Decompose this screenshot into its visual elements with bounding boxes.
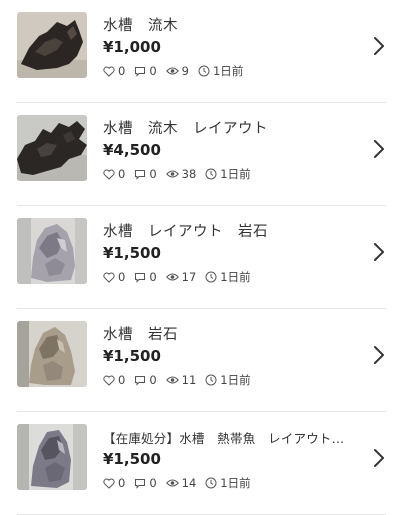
comment-icon [135, 375, 146, 386]
comment-stat: 0 [134, 167, 157, 181]
heart-icon [103, 375, 115, 386]
item-stats: 0 0 11 1日前 [103, 372, 260, 388]
view-stat: 9 [165, 64, 189, 78]
item-price: ¥1,000 [103, 38, 161, 56]
posted-time: 1日前 [220, 167, 251, 181]
time-stat: 1日前 [205, 166, 251, 182]
item-stats: 0 0 9 1日前 [103, 63, 252, 79]
eye-icon [165, 273, 179, 281]
item-title: 水槽 レイアウト 岩石 [103, 224, 268, 240]
item-thumbnail [17, 321, 87, 387]
item-list: 水槽 流木 ¥1,000 0 0 9 1日前 水槽 流木 レイアウト ¥4,50… [0, 0, 403, 515]
like-stat: 0 [103, 476, 125, 490]
list-item[interactable]: 【在庫処分】水槽 熱帯魚 レイアウト… ¥1,500 0 0 14 1日前 [0, 412, 403, 515]
chevron-right-icon[interactable] [373, 448, 385, 468]
comment-icon [135, 66, 146, 77]
view-stat: 11 [165, 373, 197, 387]
comment-stat: 0 [134, 64, 157, 78]
posted-time: 1日前 [212, 64, 244, 78]
view-count: 11 [181, 373, 197, 387]
item-title: 水槽 流木 レイアウト [103, 121, 268, 137]
eye-icon [165, 479, 179, 487]
view-stat: 17 [165, 270, 197, 284]
comment-icon [135, 272, 146, 283]
comment-count: 0 [149, 64, 157, 78]
heart-icon [103, 272, 115, 283]
item-price: ¥1,500 [103, 450, 161, 468]
item-thumbnail [17, 218, 87, 284]
like-stat: 0 [103, 270, 125, 284]
clock-icon [205, 477, 217, 489]
clock-icon [198, 65, 210, 77]
list-item[interactable]: 水槽 流木 レイアウト ¥4,500 0 0 38 1日前 [0, 103, 403, 206]
like-stat: 0 [103, 167, 125, 181]
like-count: 0 [118, 64, 126, 78]
item-stats: 0 0 17 1日前 [103, 269, 260, 285]
comment-count: 0 [149, 270, 157, 284]
item-price: ¥4,500 [103, 141, 161, 159]
item-thumbnail [17, 115, 87, 181]
like-count: 0 [118, 373, 126, 387]
item-title: 水槽 岩石 [103, 327, 178, 343]
clock-icon [205, 374, 217, 386]
heart-icon [103, 478, 115, 489]
time-stat: 1日前 [205, 475, 251, 491]
item-stats: 0 0 14 1日前 [103, 475, 260, 491]
posted-time: 1日前 [220, 270, 251, 284]
comment-icon [135, 169, 146, 180]
list-item[interactable]: 水槽 レイアウト 岩石 ¥1,500 0 0 17 1日前 [0, 206, 403, 309]
comment-count: 0 [149, 167, 157, 181]
comment-count: 0 [149, 476, 157, 490]
like-count: 0 [118, 167, 126, 181]
eye-icon [165, 67, 179, 75]
comment-stat: 0 [134, 476, 157, 490]
eye-icon [165, 170, 179, 178]
view-stat: 38 [165, 167, 197, 181]
like-stat: 0 [103, 64, 125, 78]
view-count: 14 [181, 476, 197, 490]
heart-icon [103, 66, 115, 77]
view-count: 9 [181, 64, 189, 78]
view-count: 17 [181, 270, 197, 284]
chevron-right-icon[interactable] [373, 242, 385, 262]
item-thumbnail [17, 424, 87, 490]
chevron-right-icon[interactable] [373, 139, 385, 159]
item-title: 【在庫処分】水槽 熱帯魚 レイアウト… [103, 431, 345, 446]
like-stat: 0 [103, 373, 125, 387]
comment-count: 0 [149, 373, 157, 387]
clock-icon [205, 168, 217, 180]
time-stat: 1日前 [198, 63, 243, 79]
list-item[interactable]: 水槽 岩石 ¥1,500 0 0 11 1日前 [0, 309, 403, 412]
heart-icon [103, 169, 115, 180]
time-stat: 1日前 [205, 269, 251, 285]
item-price: ¥1,500 [103, 244, 161, 262]
posted-time: 1日前 [220, 476, 251, 490]
item-title: 水槽 流木 [103, 18, 178, 34]
item-stats: 0 0 38 1日前 [103, 166, 260, 182]
item-price: ¥1,500 [103, 347, 161, 365]
view-count: 38 [181, 167, 197, 181]
comment-icon [135, 478, 146, 489]
item-thumbnail [17, 12, 87, 78]
eye-icon [165, 376, 179, 384]
clock-icon [205, 271, 217, 283]
like-count: 0 [118, 476, 126, 490]
posted-time: 1日前 [220, 373, 251, 387]
comment-stat: 0 [134, 373, 157, 387]
time-stat: 1日前 [205, 372, 251, 388]
like-count: 0 [118, 270, 126, 284]
view-stat: 14 [165, 476, 197, 490]
chevron-right-icon[interactable] [373, 36, 385, 56]
list-item[interactable]: 水槽 流木 ¥1,000 0 0 9 1日前 [0, 0, 403, 103]
chevron-right-icon[interactable] [373, 345, 385, 365]
comment-stat: 0 [134, 270, 157, 284]
